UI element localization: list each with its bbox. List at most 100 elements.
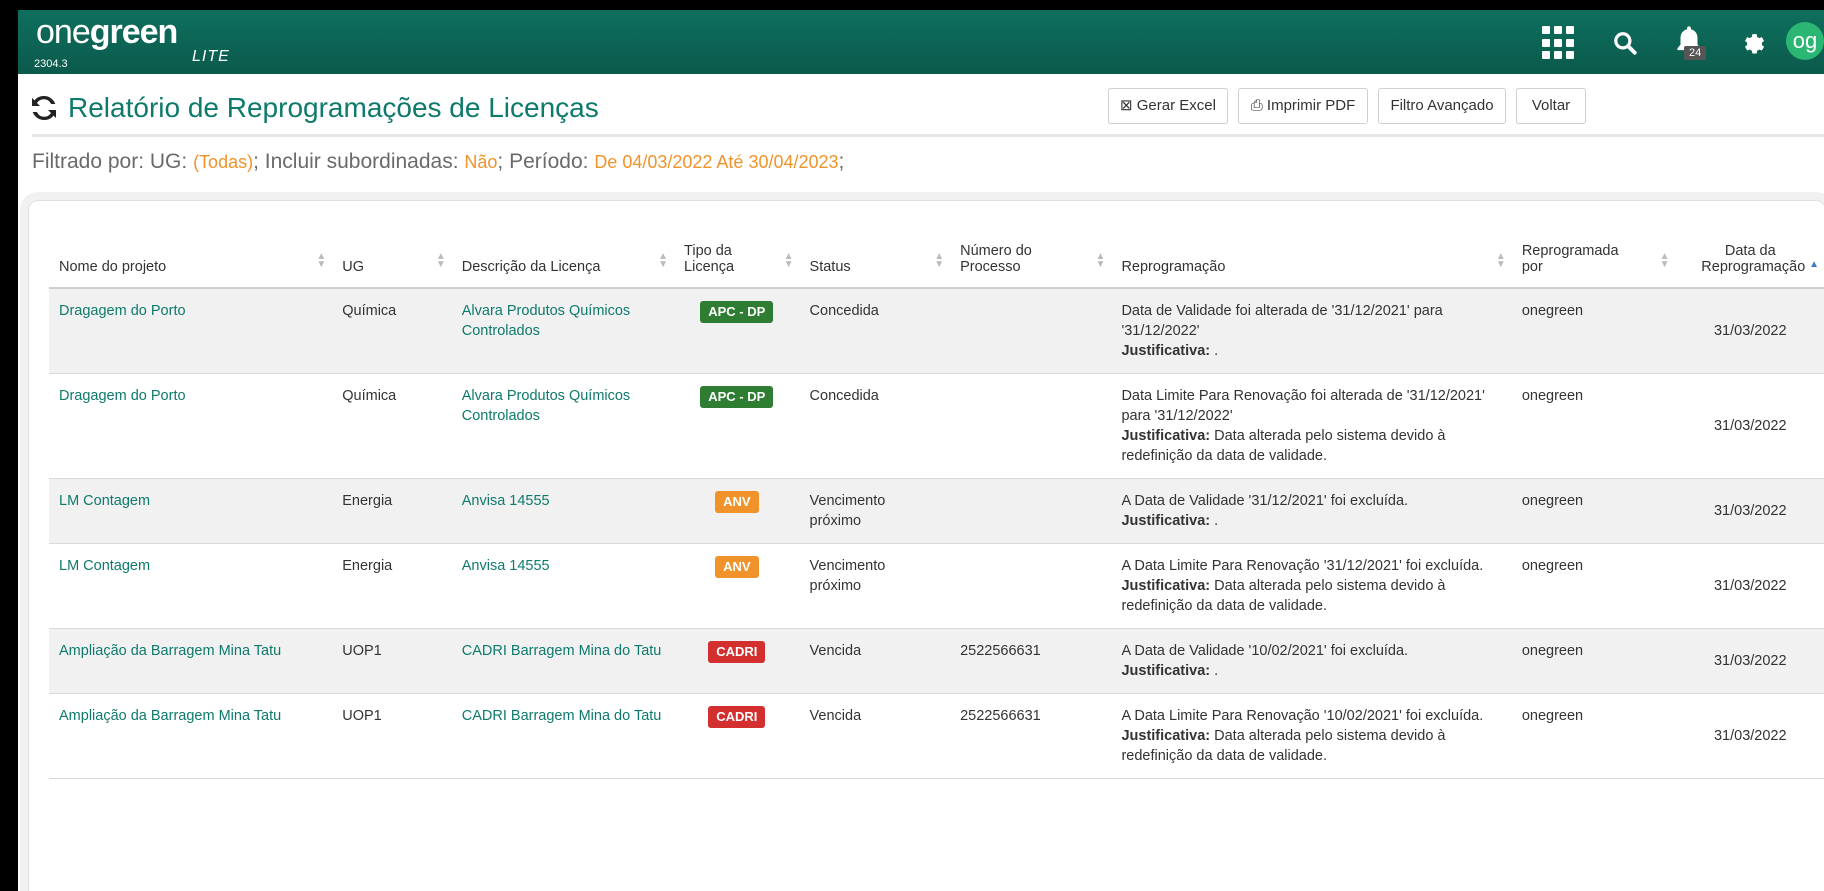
- logo[interactable]: onegreen LITE 2304.3: [34, 12, 229, 70]
- sort-icon: ▲ ▼: [934, 251, 945, 270]
- project-link[interactable]: LM Contagem: [59, 493, 150, 509]
- col-header-status[interactable]: Status ▲ ▼: [799, 231, 951, 289]
- back-button[interactable]: Voltar: [1516, 88, 1586, 124]
- justificativa: Justificativa: Data alterada pelo sistem…: [1121, 426, 1501, 466]
- table-row: Ampliação da Barragem Mina Tatu UOP1 CADRI…: [49, 693, 1824, 779]
- sort-icon: ▲ ▼: [316, 251, 327, 270]
- justificativa-value: .: [1210, 343, 1219, 359]
- cell-por: onegreen: [1511, 478, 1676, 544]
- advanced-filter-button[interactable]: Filtro Avançado: [1378, 88, 1506, 124]
- cell-reprogramacao: A Data de Validade '31/12/2021' foi excl…: [1111, 478, 1512, 544]
- cell-processo: 2522566631: [950, 693, 1112, 779]
- project-link[interactable]: Ampliação da Barragem Mina Tatu: [59, 643, 281, 659]
- table-row: Ampliação da Barragem Mina Tatu UOP1 CADRI…: [49, 628, 1824, 694]
- cell-processo: [950, 543, 1112, 629]
- notification-badge: 24: [1684, 46, 1707, 60]
- license-link[interactable]: Anvisa 14555: [462, 558, 550, 574]
- license-type-badge: CADRI: [708, 706, 766, 728]
- avatar[interactable]: og: [1786, 22, 1824, 60]
- cell-por: onegreen: [1511, 288, 1676, 374]
- cell-nome: Dragagem do Porto: [49, 373, 333, 479]
- cell-reprogramacao: Data de Validade foi alterada de '31/12/…: [1111, 288, 1512, 374]
- reprogramacao-text: A Data de Validade '10/02/2021' foi excl…: [1121, 643, 1409, 659]
- license-link[interactable]: Alvara Produtos Químicos Controlados: [462, 303, 630, 339]
- apps-grid-icon[interactable]: [1542, 26, 1576, 60]
- col-header-processo[interactable]: Número do Processo ▲ ▼: [950, 231, 1112, 289]
- sort-icon: ▲ ▼: [1095, 251, 1106, 270]
- table-row: Dragagem do Porto Química Alvara Produtos …: [49, 373, 1824, 479]
- filter-sub-label: ; Incluir subordinadas:: [253, 150, 465, 173]
- license-link[interactable]: CADRI Barragem Mina do Tatu: [462, 708, 662, 724]
- reprogramacao-text: A Data Limite Para Renovação '10/02/2021…: [1121, 708, 1484, 724]
- print-pdf-button[interactable]: ⎙ Imprimir PDF: [1238, 88, 1368, 124]
- excel-button[interactable]: ⊠ Gerar Excel: [1108, 88, 1228, 124]
- license-link[interactable]: Anvisa 14555: [462, 493, 550, 509]
- project-link[interactable]: LM Contagem: [59, 558, 150, 574]
- sort-icon: ▲ ▼: [1495, 251, 1506, 270]
- top-bar: onegreen LITE 2304.3 24 og: [18, 10, 1824, 74]
- cell-tipo: ANV: [674, 478, 800, 544]
- license-link[interactable]: CADRI Barragem Mina do Tatu: [462, 643, 662, 659]
- reprogramacao-text: A Data Limite Para Renovação '31/12/2021…: [1121, 558, 1484, 574]
- col-header-reprogramacao[interactable]: Reprogramação ▲ ▼: [1111, 231, 1512, 289]
- cell-processo: 2522566631: [950, 628, 1112, 694]
- justificativa-value: .: [1210, 513, 1219, 529]
- col-header-por[interactable]: Reprogramada por ▲ ▼: [1511, 231, 1676, 289]
- cell-processo: [950, 478, 1112, 544]
- reprogramacao-text: Data de Validade foi alterada de '31/12/…: [1121, 303, 1443, 339]
- justificativa: Justificativa: Data alterada pelo sistem…: [1121, 576, 1501, 616]
- cell-nome: LM Contagem: [49, 478, 333, 544]
- report-table: Nome do projeto ▲ ▼ UG ▲ ▼ Descrição da Lice…: [49, 231, 1824, 779]
- cell-status: Vencimento próximo: [799, 543, 951, 629]
- cell-reprogramacao: Data Limite Para Renovação foi alterada …: [1111, 373, 1512, 479]
- license-type-badge: APC - DP: [700, 386, 774, 408]
- col-header-descricao[interactable]: Descrição da Licença ▲ ▼: [451, 231, 675, 289]
- cell-descricao: Anvisa 14555: [451, 543, 675, 629]
- filter-ug-value: (Todas): [193, 152, 254, 172]
- license-type-badge: CADRI: [708, 641, 766, 663]
- version-label: 2304.3: [34, 58, 68, 70]
- cell-data: 31/03/2022: [1675, 628, 1824, 694]
- filter-sub-value: Não: [464, 152, 498, 172]
- license-type-badge: ANV: [715, 491, 759, 513]
- cell-nome: Ampliação da Barragem Mina Tatu: [49, 628, 333, 694]
- col-header-ug[interactable]: UG ▲ ▼: [332, 231, 452, 289]
- excel-icon: ⊠: [1120, 97, 1133, 114]
- logo-text-thin: one: [36, 13, 91, 51]
- col-header-data[interactable]: Data da Reprogramação ▲: [1675, 231, 1824, 289]
- cell-data: 31/03/2022: [1675, 478, 1824, 544]
- cell-por: onegreen: [1511, 543, 1676, 629]
- cell-ug: Energia: [332, 478, 452, 544]
- justificativa-label: Justificativa:: [1121, 663, 1211, 679]
- filter-suffix: ;: [838, 150, 845, 173]
- cell-nome: Ampliação da Barragem Mina Tatu: [49, 693, 333, 779]
- cell-tipo: ANV: [674, 543, 800, 629]
- justificativa-label: Justificativa:: [1121, 343, 1211, 359]
- justificativa-label: Justificativa:: [1121, 728, 1211, 744]
- project-link[interactable]: Ampliação da Barragem Mina Tatu: [59, 708, 281, 724]
- cell-data: 31/03/2022: [1675, 288, 1824, 374]
- project-link[interactable]: Dragagem do Porto: [59, 388, 186, 404]
- sort-icon: ▲ ▼: [658, 251, 669, 270]
- table-row: LM Contagem Energia Anvisa 14555 ANV Vencime…: [49, 478, 1824, 544]
- excel-button-label: Gerar Excel: [1136, 97, 1216, 114]
- cell-ug: Energia: [332, 543, 452, 629]
- filter-periodo-value: De 04/03/2022 Até 30/04/2023: [594, 152, 839, 172]
- col-header-tipo[interactable]: Tipo da Licença ▲ ▼: [674, 231, 800, 289]
- cell-descricao: CADRI Barragem Mina do Tatu: [451, 628, 675, 694]
- cell-descricao: Alvara Produtos Químicos Controlados: [451, 288, 675, 374]
- justificativa: Justificativa: Data alterada pelo sistem…: [1121, 726, 1501, 766]
- refresh-icon[interactable]: [28, 92, 60, 124]
- gear-icon[interactable]: [1740, 30, 1766, 56]
- cell-tipo: CADRI: [674, 693, 800, 779]
- license-link[interactable]: Alvara Produtos Químicos Controlados: [462, 388, 630, 424]
- cell-data: 31/03/2022: [1675, 693, 1824, 779]
- justificativa-label: Justificativa:: [1121, 513, 1211, 529]
- table-body: Dragagem do Porto Química Alvara Produtos …: [49, 288, 1824, 779]
- cell-status: Vencida: [799, 628, 951, 694]
- justificativa: Justificativa: .: [1121, 341, 1501, 361]
- project-link[interactable]: Dragagem do Porto: [59, 303, 186, 319]
- search-icon[interactable]: [1612, 30, 1638, 56]
- justificativa-label: Justificativa:: [1121, 578, 1211, 594]
- col-header-nome[interactable]: Nome do projeto ▲ ▼: [49, 231, 333, 289]
